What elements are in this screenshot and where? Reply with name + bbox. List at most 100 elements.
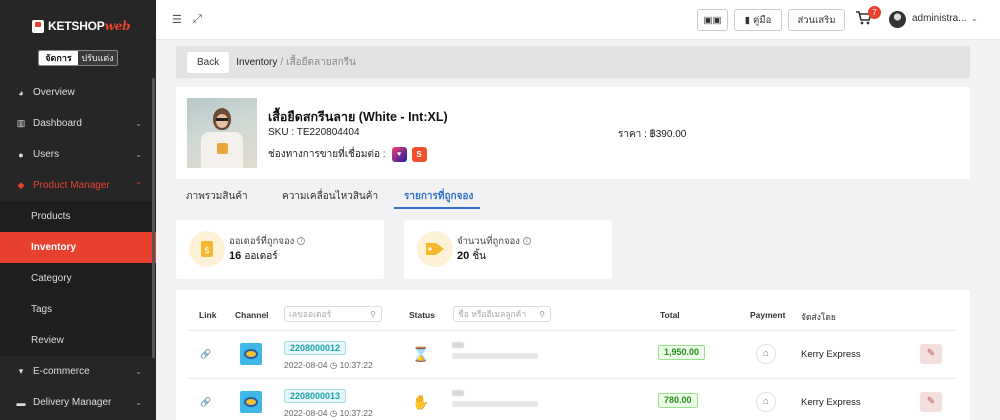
clock-icon: ◷ [329,408,338,418]
grid-icon: ▣▣ [703,14,722,26]
fullscreen-icon[interactable]: ⤢ [193,13,202,26]
tabs: ภาพรวมสินค้า ความเคลื่อนไหวสินค้า รายการ… [176,181,970,209]
order-total: 1,950.00 [658,345,706,360]
breadcrumb-inventory[interactable]: Inventory [236,57,277,68]
tag-icon: ◆ [17,180,25,190]
reserved-quantity-value: 20 [457,250,470,262]
product-card: เสื้อยืดสกรีนลาย (White - Int:XL) SKU : … [176,87,970,179]
sidebar-item-overview[interactable]: ◕ Overview [0,77,156,108]
manual-label: คู่มือ [752,14,772,26]
active-tab-indicator [394,207,480,209]
shipping-provider: Kerry Express [801,397,861,408]
customer-search-input[interactable]: ชื่อ หรืออีเมลลูกค้า ⚲ [453,306,551,322]
shopee-icon: S [411,147,427,162]
chevron-down-icon[interactable]: ⌄ [971,14,978,23]
logo-accent-text: web [104,19,131,33]
column-header-link: Link [199,310,217,320]
shipping-provider: Kerry Express [801,349,861,360]
tab-movement[interactable]: ความเคลื่อนไหวสินค้า [282,189,378,204]
back-button[interactable]: Back [187,51,230,73]
order-search-input[interactable]: เลขออเดอร์ ⚲ [284,306,382,322]
submenu-item-review[interactable]: Review [0,325,156,356]
table-row[interactable]: 🔗 2208000012 2022-08-04 ◷ 10:37:22 ⌛ 1,9… [186,331,958,379]
product-sku: SKU : TE220804404 [268,127,360,138]
mode-customize-button[interactable]: ปรับแต่ง [78,51,117,65]
app-logo[interactable]: KETSHOPweb [0,0,156,40]
submenu-item-tags[interactable]: Tags [0,294,156,325]
reserved-orders-table: Link Channel เลขออเดอร์ ⚲ Status ชื่อ หร… [176,290,970,420]
sidebar-item-ecommerce[interactable]: ▾ E-commerce ⌄ [0,356,156,387]
lazada-icon: ♥ [391,147,407,162]
sidebar-scrollbar[interactable] [152,78,155,358]
product-image [187,98,257,168]
bank-icon: ⌂ [756,392,776,412]
tab-overview[interactable]: ภาพรวมสินค้า [186,189,248,204]
customer-email-redacted [452,353,538,359]
order-number[interactable]: 2208000013 [284,389,347,403]
link-icon[interactable]: 🔗 [200,397,211,408]
column-header-payment: Payment [750,310,786,320]
product-price: ราคา : ฿390.00 [618,129,687,140]
addon-button[interactable]: ส่วนเสริม [788,9,845,31]
sidebar-item-users[interactable]: ● Users ⌄ [0,139,156,170]
manual-button[interactable]: ▮ คู่มือ [734,9,782,31]
user-name[interactable]: administra... [912,13,966,24]
channel-logo [240,391,262,413]
mode-switch: จัดการ ปรับแต่ง [38,50,118,66]
svg-text:$: $ [204,246,210,256]
submenu-item-products[interactable]: Products [0,201,156,232]
avatar[interactable] [889,11,906,28]
product-title: เสื้อยืดสกรีนลาย (White - Int:XL) [268,110,448,124]
cart-icon: ▾ [18,366,24,376]
chevron-down-icon: ⌄ [135,150,142,159]
mode-manage-button[interactable]: จัดการ [39,51,78,65]
topbar: ☰ ⤢ ▣▣ ▮ คู่มือ ส่วนเสริม 7 administra..… [156,0,1000,40]
submenu-item-category[interactable]: Category [0,263,156,294]
order-time: 10:37:22 [339,360,373,370]
logo-main-text: KETSHOP [48,19,105,33]
sidebar: KETSHOPweb จัดการ ปรับแต่ง ◕ Overview ▥ … [0,0,156,420]
sidebar-menu: ◕ Overview ▥ Dashboard ⌄ ● Users ⌄ ◆ Pro… [0,77,156,418]
breadcrumb-separator: / [280,56,284,68]
switch-view-button[interactable]: ▣▣ [697,9,728,31]
breadcrumb: Back Inventory / เสื้อยืดลายสกรีน [176,46,970,78]
order-number[interactable]: 2208000012 [284,341,347,355]
order-total: 780.00 [658,393,698,408]
order-time: 10:37:22 [339,408,373,418]
link-icon[interactable]: 🔗 [200,349,211,360]
sidebar-item-product-manager[interactable]: ◆ Product Manager ⌃ [0,170,156,201]
bar-chart-icon: ▥ [16,118,26,128]
sidebar-item-delivery-manager[interactable]: ▬ Delivery Manager ⌄ [0,387,156,418]
users-icon: ● [18,149,24,160]
edit-button[interactable]: ✎ [920,392,942,412]
chevron-up-icon: ⌃ [135,181,142,190]
customer-email-redacted [452,401,538,407]
submenu-item-inventory[interactable]: Inventory [0,232,156,263]
channel-label: ช่องทางการขายที่เชื่อมต่อ : [268,149,386,160]
hourglass-icon: ⌛ [412,346,430,362]
document-icon: $ [189,231,225,267]
reserved-orders-value: 16 [229,250,242,262]
reserved-quantity-unit: ชิ้น [472,251,486,262]
column-header-total: Total [660,310,680,320]
info-icon[interactable]: i [297,237,306,246]
order-search-placeholder: เลขออเดอร์ [289,309,332,319]
tab-reserved[interactable]: รายการที่ถูกจอง [404,189,473,204]
channel-logo [240,343,262,365]
order-datetime: 2022-08-04 ◷ 10:37:22 [284,360,373,371]
product-channels: ช่องทางการขายที่เชื่อมต่อ : ♥ S [268,147,427,162]
chevron-down-icon: ⌄ [135,367,142,376]
sidebar-item-dashboard[interactable]: ▥ Dashboard ⌄ [0,108,156,139]
table-row[interactable]: 🔗 2208000013 2022-08-04 ◷ 10:37:22 ✋ 780… [186,379,958,420]
search-icon: ⚲ [539,310,545,319]
info-icon[interactable]: i [522,237,531,246]
column-header-status: Status [409,310,435,320]
edit-button[interactable]: ✎ [920,344,942,364]
reserved-quantity-card: จำนวนที่ถูกจอง i 20 ชิ้น [404,220,612,279]
chevron-down-icon: ⌄ [135,398,142,407]
customer-search-placeholder: ชื่อ หรืออีเมลลูกค้า [458,309,527,319]
sidebar-item-label: Users [33,149,60,160]
search-icon: ⚲ [370,310,376,319]
reserved-orders-label: ออเดอร์ที่ถูกจอง [229,236,295,247]
menu-toggle-icon[interactable]: ☰ [172,13,182,26]
